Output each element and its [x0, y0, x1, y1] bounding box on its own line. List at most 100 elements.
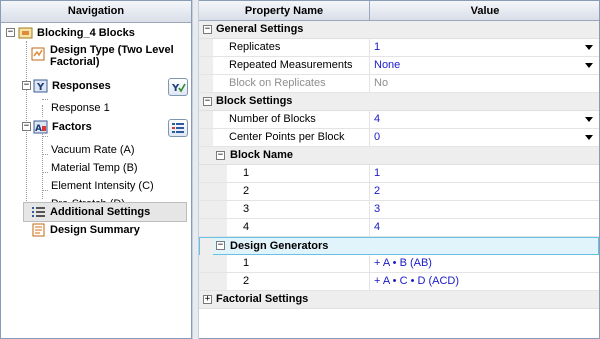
list-icon	[32, 207, 45, 217]
category-label: Factorial Settings	[216, 293, 309, 305]
tree-item-design-summary[interactable]: Design Summary	[1, 221, 191, 239]
tree-item-factor[interactable]: Element Intensity (C)	[1, 177, 191, 195]
property-name: 2	[243, 185, 250, 197]
summary-icon	[32, 223, 45, 237]
tree-item-response[interactable]: Response 1	[1, 99, 191, 117]
property-grid: Property Name Value − General Settings R…	[199, 0, 600, 339]
property-value: + A • B (AB)	[374, 257, 432, 269]
tree-item-label: Vacuum Rate (A)	[51, 144, 135, 156]
dropdown-arrow-icon[interactable]	[585, 63, 593, 68]
tree-item-additional-settings[interactable]: Additional Settings	[1, 202, 191, 222]
tree-item-label: Element Intensity (C)	[51, 180, 154, 192]
property-value: None	[374, 59, 401, 71]
number-of-blocks-dropdown[interactable]: 4	[371, 111, 599, 128]
responses-icon: Y	[33, 79, 48, 93]
collapse-icon[interactable]: −	[22, 122, 31, 131]
tree-item-design-type[interactable]: Design Type (Two Level Factorial)	[1, 43, 191, 73]
navigation-panel: Navigation − Blocking_4 Blocks Design Ty…	[0, 0, 192, 339]
category-general-settings[interactable]: − General Settings	[199, 21, 599, 39]
navigation-title: Navigation	[1, 1, 191, 23]
property-value: 1	[374, 41, 381, 53]
center-points-dropdown[interactable]: 0	[371, 129, 599, 146]
grid-header: Property Name Value	[199, 1, 599, 21]
generator-field[interactable]: + A • B (AB)	[371, 255, 599, 272]
collapse-icon[interactable]: −	[216, 151, 225, 160]
expand-icon[interactable]: +	[203, 295, 212, 304]
column-header-property-name[interactable]: Property Name	[199, 1, 370, 21]
category-factorial-settings[interactable]: + Factorial Settings	[199, 291, 599, 309]
property-value: No	[374, 77, 389, 89]
edit-factors-button[interactable]	[168, 119, 188, 137]
property-row-block-name[interactable]: 4 4	[199, 219, 599, 237]
panel-splitter[interactable]	[192, 0, 199, 339]
design-icon	[31, 47, 45, 61]
property-value: 4	[374, 113, 381, 125]
collapse-icon[interactable]: −	[22, 81, 31, 90]
column-header-value[interactable]: Value	[371, 1, 599, 21]
category-label: Block Settings	[216, 95, 293, 107]
property-name: 1	[243, 257, 250, 269]
tree-item-label: Factors	[52, 121, 92, 133]
property-row-block-name[interactable]: 1 1	[199, 165, 599, 183]
category-label: General Settings	[216, 23, 304, 35]
property-name: Block on Replicates	[229, 77, 326, 89]
property-name: 3	[243, 203, 250, 215]
tree-item-factor[interactable]: Vacuum Rate (A)	[1, 141, 191, 159]
category-design-generators[interactable]: − Design Generators	[199, 237, 599, 255]
tree-item-label: Responses	[52, 80, 111, 92]
property-row-number-of-blocks[interactable]: Number of Blocks 4	[199, 111, 599, 129]
tree-item-factor[interactable]: Material Temp (B)	[1, 159, 191, 177]
category-block-name[interactable]: − Block Name	[199, 147, 599, 165]
generator-field[interactable]: + A • C • D (ACD)	[371, 273, 599, 290]
navigation-tree: − Blocking_4 Blocks Design Type (Two Lev…	[1, 23, 191, 338]
collapse-icon[interactable]: −	[216, 241, 225, 250]
property-name: Center Points per Block	[229, 131, 345, 143]
category-label: Design Generators	[230, 240, 329, 252]
property-value: 3	[374, 203, 381, 215]
edit-responses-button[interactable]: Y	[168, 78, 188, 96]
block-name-field[interactable]: 3	[371, 201, 599, 218]
property-value: + A • C • D (ACD)	[374, 275, 460, 287]
property-row-replicates[interactable]: Replicates 1	[199, 39, 599, 57]
property-row-block-on-replicates: Block on Replicates No	[199, 75, 599, 93]
block-name-field[interactable]: 4	[371, 219, 599, 236]
property-value: 0	[374, 131, 381, 143]
repeated-measurements-dropdown[interactable]: None	[371, 57, 599, 74]
property-row-generator[interactable]: 1 + A • B (AB)	[199, 255, 599, 273]
block-name-field[interactable]: 2	[371, 183, 599, 200]
property-name: Number of Blocks	[229, 113, 316, 125]
dropdown-arrow-icon[interactable]	[585, 117, 593, 122]
property-row-repeated-measurements[interactable]: Repeated Measurements None	[199, 57, 599, 75]
property-row-center-points[interactable]: Center Points per Block 0	[199, 129, 599, 147]
tree-item-factors[interactable]: − A Factors	[1, 118, 191, 136]
property-value: 2	[374, 185, 381, 197]
replicates-dropdown[interactable]: 1	[371, 39, 599, 56]
svg-text:Y: Y	[36, 82, 45, 93]
property-value: 1	[374, 167, 381, 179]
property-name: 4	[243, 221, 250, 233]
block-name-field[interactable]: 1	[371, 165, 599, 182]
collapse-icon[interactable]: −	[203, 97, 212, 106]
collapse-icon[interactable]: −	[203, 25, 212, 34]
tree-item-label: Response 1	[51, 102, 110, 114]
tree-item-label: Additional Settings	[50, 206, 151, 218]
tree-item-label: Material Temp (B)	[51, 162, 138, 174]
dropdown-arrow-icon[interactable]	[585, 135, 593, 140]
dropdown-arrow-icon[interactable]	[585, 45, 593, 50]
property-row-generator[interactable]: 2 + A • C • D (ACD)	[199, 273, 599, 291]
property-name: 1	[243, 167, 250, 179]
category-label: Block Name	[230, 149, 293, 161]
category-block-settings[interactable]: − Block Settings	[199, 93, 599, 111]
property-name: 2	[243, 275, 250, 287]
tree-item-responses[interactable]: − Y Responses	[1, 77, 191, 95]
folio-icon	[18, 27, 33, 39]
edit-responses-icon: Y	[171, 83, 186, 94]
factors-icon: A	[33, 120, 48, 134]
tree-item-label-continued: Factorial)	[50, 56, 100, 68]
collapse-icon[interactable]: −	[6, 28, 15, 37]
tree-item-root[interactable]: − Blocking_4 Blocks	[1, 24, 191, 42]
property-row-block-name[interactable]: 3 3	[199, 201, 599, 219]
svg-text:A: A	[35, 124, 42, 134]
property-name: Repeated Measurements	[229, 59, 353, 71]
property-row-block-name[interactable]: 2 2	[199, 183, 599, 201]
